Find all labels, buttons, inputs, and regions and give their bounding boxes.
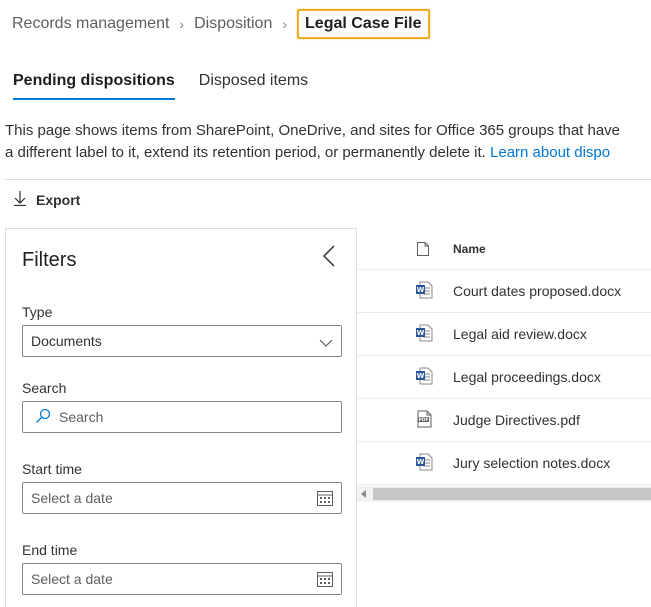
export-label: Export — [36, 191, 81, 208]
start-time-date-picker[interactable]: Select a date — [22, 482, 342, 514]
file-type-icon — [417, 242, 429, 261]
collapse-filters-button[interactable] — [322, 245, 340, 269]
start-time-placeholder: Select a date — [31, 490, 113, 506]
svg-text:W: W — [417, 329, 425, 337]
tab-pending-dispositions[interactable]: Pending dispositions — [13, 72, 175, 100]
row-file-name: Judge Directives.pdf — [453, 412, 580, 428]
row-file-name: Court dates proposed.docx — [453, 283, 622, 299]
description-line-2: a different label to it, extend its rete… — [5, 142, 651, 164]
svg-text:PDF: PDF — [418, 417, 428, 423]
export-button[interactable]: Export — [14, 190, 80, 209]
breadcrumb-current: Legal Case File — [297, 9, 430, 39]
tab-bar: Pending dispositions Disposed items — [13, 72, 308, 100]
row-file-name: Legal proceedings.docx — [453, 369, 601, 385]
download-icon — [14, 190, 26, 209]
divider — [5, 179, 651, 180]
filters-title: Filters — [22, 249, 77, 271]
row-file-name: Jury selection notes.docx — [453, 455, 611, 471]
horizontal-scrollbar[interactable] — [357, 486, 651, 502]
end-time-placeholder: Select a date — [31, 571, 113, 587]
search-placeholder: Search — [59, 409, 104, 425]
description-line-2-text: a different label to it, extend its rete… — [5, 144, 491, 161]
word-doc-icon: W — [415, 324, 433, 347]
table-row[interactable]: W Legal proceedings.docx — [357, 356, 651, 399]
chevron-right-icon: › — [282, 16, 288, 32]
page-description: This page shows items from SharePoint, O… — [5, 120, 651, 164]
filters-panel: Filters Type Documents Search Search Sta… — [5, 228, 357, 607]
table-row[interactable]: PDF Judge Directives.pdf — [357, 399, 651, 442]
svg-text:W: W — [417, 372, 425, 380]
column-header-name[interactable]: Name — [453, 242, 486, 256]
breadcrumb: Records management › Disposition › Legal… — [12, 9, 430, 39]
table-header: Name — [357, 228, 651, 270]
svg-text:W: W — [417, 458, 425, 466]
search-label: Search — [22, 380, 67, 396]
learn-more-link[interactable]: Learn about dispo — [490, 144, 610, 161]
calendar-icon — [317, 490, 333, 509]
start-time-label: Start time — [22, 461, 82, 477]
search-input[interactable]: Search — [22, 401, 342, 433]
breadcrumb-records-management[interactable]: Records management — [12, 15, 169, 33]
word-doc-icon: W — [415, 367, 433, 390]
end-time-date-picker[interactable]: Select a date — [22, 563, 342, 595]
scrollbar-thumb[interactable] — [373, 488, 651, 500]
word-doc-icon: W — [415, 281, 433, 304]
table-row[interactable]: W Legal aid review.docx — [357, 313, 651, 356]
chevron-right-icon: › — [179, 16, 185, 32]
pdf-icon: PDF — [415, 410, 433, 433]
word-doc-icon: W — [415, 453, 433, 476]
svg-text:W: W — [417, 286, 425, 294]
end-time-label: End time — [22, 542, 78, 558]
tab-disposed-items[interactable]: Disposed items — [199, 72, 308, 100]
type-value: Documents — [31, 333, 102, 349]
items-table: Name W Court dates proposed.docx W Legal… — [357, 228, 651, 607]
type-dropdown[interactable]: Documents — [22, 325, 342, 357]
table-row[interactable]: W Jury selection notes.docx — [357, 442, 651, 485]
chevron-left-icon — [322, 245, 336, 271]
description-line-1: This page shows items from SharePoint, O… — [5, 122, 621, 139]
table-row[interactable]: W Court dates proposed.docx — [357, 270, 651, 313]
search-icon — [35, 408, 51, 427]
row-file-name: Legal aid review.docx — [453, 326, 587, 342]
scroll-left-icon[interactable] — [361, 490, 366, 498]
type-label: Type — [22, 304, 53, 320]
breadcrumb-disposition[interactable]: Disposition — [194, 15, 272, 33]
chevron-down-icon — [319, 335, 333, 351]
calendar-icon — [317, 571, 333, 590]
